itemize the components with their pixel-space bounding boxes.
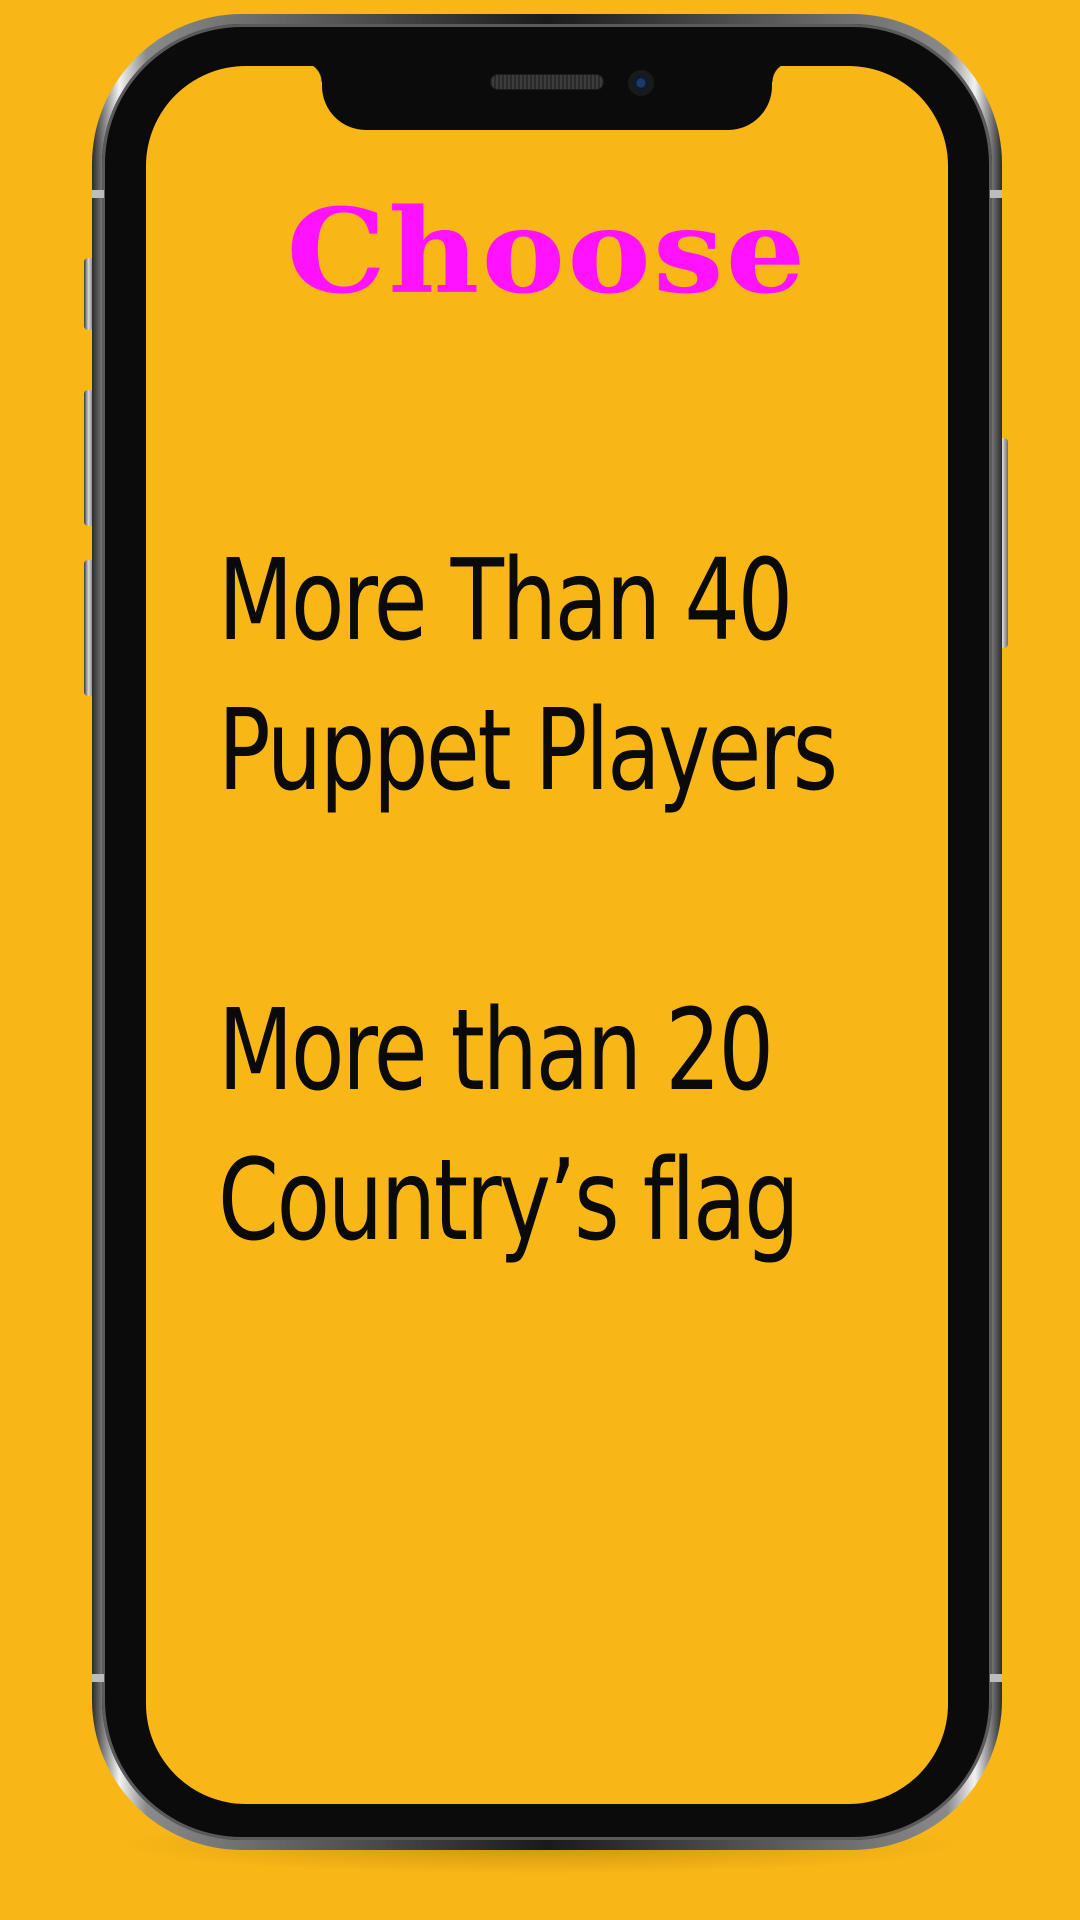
feature-flags: More than 20 Country’s flag: [218, 976, 800, 1276]
speaker-grille-icon: [490, 74, 604, 90]
feature-players-line2: Puppet Players: [218, 686, 838, 816]
feature-players: More Than 40 Puppet Players: [218, 526, 838, 826]
feature-flags-line2: Country’s flag: [218, 1136, 800, 1266]
phone-screen: Choose More Than 40 Puppet Players More …: [146, 66, 948, 1804]
antenna-line: [92, 190, 104, 198]
antenna-line: [990, 1674, 1002, 1682]
front-camera-icon: [628, 70, 654, 96]
page-title: Choose: [286, 184, 808, 320]
feature-flags-line1: More than 20: [218, 986, 774, 1116]
antenna-line: [990, 190, 1002, 198]
notch: [302, 66, 792, 130]
feature-players-line1: More Than 40: [218, 536, 793, 666]
antenna-line: [92, 1674, 104, 1682]
promo-page: Choose More Than 40 Puppet Players More …: [0, 0, 1080, 1920]
